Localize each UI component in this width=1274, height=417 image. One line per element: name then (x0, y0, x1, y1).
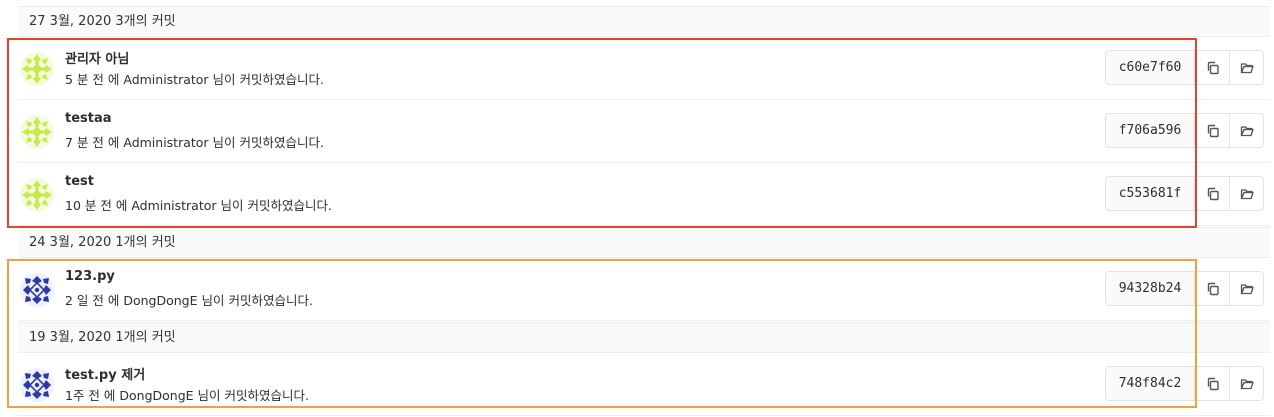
commit-title[interactable]: test.py 제거 (65, 364, 145, 383)
day-header: 19 3월, 2020 1개의 커밋 (18, 322, 1270, 353)
day-header: 27 3월, 2020 3개의 커밋 (18, 6, 1270, 37)
folder-open-icon (1240, 61, 1254, 75)
commit-meta: 2 일 전 에 DongDongE 님이 커밋하였습니다. (65, 290, 313, 309)
commit-suffix: 님이 커밋하였습니다. (197, 293, 313, 308)
copy-sha-button[interactable] (1195, 50, 1230, 85)
commit-row: testaa 7 분 전 에 Administrator 님이 커밋하였습니다.… (18, 100, 1270, 163)
commit-suffix: 님이 커밋하였습니다. (208, 72, 324, 87)
commit-author[interactable]: Administrator (123, 72, 208, 87)
commit-time: 2 일 전 (65, 293, 104, 308)
commit-time: 5 분 전 (65, 72, 104, 87)
commit-connector: 에 (99, 388, 120, 403)
commit-suffix: 님이 커밋하였습니다. (216, 198, 332, 213)
commit-title[interactable]: testaa (65, 111, 112, 126)
commit-author[interactable]: DongDongE (123, 293, 197, 308)
browse-files-button[interactable] (1229, 176, 1264, 211)
commit-meta: 5 분 전 에 Administrator 님이 커밋하였습니다. (65, 69, 324, 88)
avatar[interactable] (20, 273, 54, 307)
browse-files-button[interactable] (1229, 366, 1264, 401)
commit-title[interactable]: 관리자 아님 (65, 48, 129, 67)
folder-open-icon (1240, 124, 1254, 138)
commit-title[interactable]: 123.py (65, 269, 115, 284)
commit-time: 1주 전 (65, 388, 100, 403)
copy-icon (1206, 124, 1220, 138)
commit-connector: 에 (103, 72, 124, 87)
copy-icon (1206, 282, 1220, 296)
commit-sha-button[interactable]: c60e7f60 (1105, 50, 1195, 85)
folder-open-icon (1240, 377, 1254, 391)
copy-sha-button[interactable] (1195, 366, 1230, 401)
commit-meta: 7 분 전 에 Administrator 님이 커밋하였습니다. (65, 132, 324, 151)
commit-sha-button[interactable]: f706a596 (1105, 113, 1195, 148)
folder-open-icon (1240, 187, 1254, 201)
commit-author[interactable]: Administrator (123, 135, 208, 150)
commit-connector: 에 (111, 198, 132, 213)
commit-suffix: 님이 커밋하였습니다. (193, 388, 309, 403)
copy-icon (1206, 187, 1220, 201)
commit-row: 관리자 아님 5 분 전 에 Administrator 님이 커밋하였습니다.… (18, 37, 1270, 100)
copy-icon (1206, 377, 1220, 391)
commit-connector: 에 (103, 135, 124, 150)
commit-title[interactable]: test (65, 174, 94, 189)
commit-suffix: 님이 커밋하였습니다. (208, 135, 324, 150)
commit-time: 10 분 전 (65, 198, 112, 213)
commit-meta: 1주 전 에 DongDongE 님이 커밋하였습니다. (65, 385, 309, 404)
commit-sha-button[interactable]: 748f84c2 (1105, 366, 1195, 401)
commit-sha-button[interactable]: c553681f (1105, 176, 1195, 211)
browse-files-button[interactable] (1229, 50, 1264, 85)
copy-sha-button[interactable] (1195, 271, 1230, 306)
copy-icon (1206, 61, 1220, 75)
avatar[interactable] (20, 178, 54, 212)
folder-open-icon (1240, 282, 1254, 296)
browse-files-button[interactable] (1229, 113, 1264, 148)
commit-row: 123.py 2 일 전 에 DongDongE 님이 커밋하였습니다. 943… (18, 258, 1270, 321)
commit-row: test 10 분 전 에 Administrator 님이 커밋하였습니다. … (18, 163, 1270, 226)
commit-author[interactable]: Administrator (131, 198, 216, 213)
commit-meta: 10 분 전 에 Administrator 님이 커밋하였습니다. (65, 195, 332, 214)
avatar[interactable] (20, 115, 54, 149)
commit-time: 7 분 전 (65, 135, 104, 150)
day-header: 24 3월, 2020 1개의 커밋 (18, 227, 1270, 258)
avatar[interactable] (20, 52, 54, 86)
copy-sha-button[interactable] (1195, 113, 1230, 148)
commit-row: test.py 제거 1주 전 에 DongDongE 님이 커밋하였습니다. … (18, 353, 1270, 416)
browse-files-button[interactable] (1229, 271, 1264, 306)
commit-author[interactable]: DongDongE (119, 388, 193, 403)
commit-connector: 에 (103, 293, 124, 308)
copy-sha-button[interactable] (1195, 176, 1230, 211)
commit-sha-button[interactable]: 94328b24 (1105, 271, 1195, 306)
avatar[interactable] (20, 368, 54, 402)
